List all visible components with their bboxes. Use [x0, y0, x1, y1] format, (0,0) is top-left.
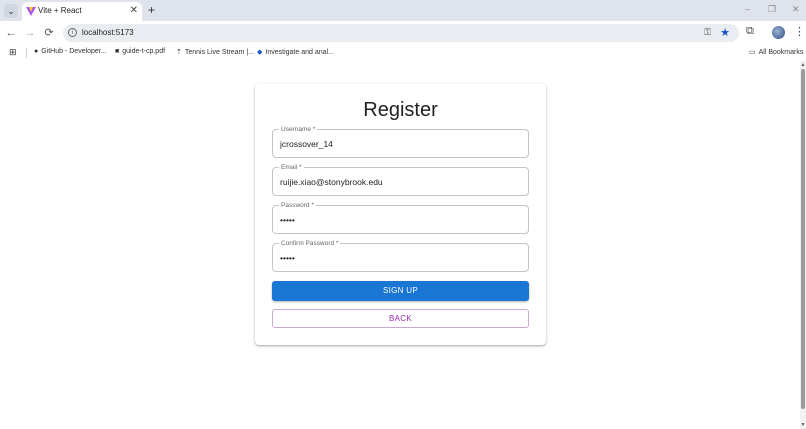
username-label: Username * — [279, 125, 318, 134]
menu-kebab-icon[interactable]: ⋮ — [794, 25, 805, 38]
folder-icon: ▭ — [749, 49, 756, 56]
email-field[interactable]: Email * ruijie.xiao@stonybrook.edu — [272, 163, 529, 196]
bookmarks-bar: ⊞ ● GitHub - Developer... ■ guide-t-cp.pdf… — [0, 45, 806, 61]
all-bookmarks[interactable]: ▭ All Bookmarks — [749, 48, 803, 56]
url-text[interactable]: localhost:5173 — [82, 28, 134, 37]
window-close-button[interactable]: ✕ — [792, 2, 800, 16]
vite-logo-icon — [26, 7, 36, 16]
apps-grid-icon[interactable]: ⊞ — [9, 47, 17, 58]
signup-button[interactable]: SIGN UP — [272, 281, 529, 301]
forward-arrow-icon[interactable]: → — [23, 25, 37, 41]
bookmark-github[interactable]: ● GitHub - Developer... — [34, 48, 107, 55]
gem-icon: ◆ — [257, 49, 263, 56]
profile-avatar[interactable] — [772, 26, 785, 39]
confirm-password-value[interactable]: ••••• — [280, 253, 295, 263]
tab-strip: ⌄ Vite + React ✕ + – ❐ ✕ — [0, 0, 806, 21]
minimize-button[interactable]: – — [745, 2, 750, 16]
password-key-icon[interactable]: ⚿ — [704, 27, 711, 38]
page-scrollbar[interactable]: ▲ ▼ — [800, 61, 806, 429]
pdf-icon: ■ — [115, 48, 120, 55]
confirm-password-label: Confirm Password * — [279, 239, 341, 248]
browser-toolbar: ← → ⟳ i localhost:5173 ⚿ ★ — [0, 21, 806, 45]
restore-button[interactable]: ❐ — [768, 2, 776, 16]
bookmark-star-icon[interactable]: ★ — [720, 26, 730, 39]
password-field[interactable]: Password * ••••• — [272, 201, 529, 234]
username-value[interactable]: jcrossover_14 — [280, 139, 333, 149]
extensions-puzzle-icon[interactable]: ⧉ — [746, 25, 754, 38]
scrollbar-thumb[interactable] — [801, 69, 805, 409]
confirm-password-field[interactable]: Confirm Password * ••••• — [272, 239, 529, 272]
register-card: Register Username * jcrossover_14 Email … — [255, 84, 546, 345]
new-tab-button[interactable]: + — [148, 3, 155, 17]
bookmarks-separator — [26, 48, 27, 58]
tab-close-icon[interactable]: ✕ — [130, 4, 138, 18]
site-info-icon[interactable]: i — [68, 28, 77, 37]
email-value[interactable]: ruijie.xiao@stonybrook.edu — [280, 177, 383, 187]
scroll-down-icon[interactable]: ▼ — [800, 422, 806, 428]
address-bar[interactable]: i localhost:5173 ⚿ ★ — [63, 24, 739, 42]
github-icon: ● — [34, 48, 39, 55]
upload-icon: ⇡ — [176, 49, 182, 56]
back-arrow-icon[interactable]: ← — [4, 25, 18, 41]
tab-search-chevron-icon[interactable]: ⌄ — [4, 4, 18, 18]
tab-title: Vite + React — [38, 6, 82, 15]
username-field[interactable]: Username * jcrossover_14 — [272, 125, 529, 158]
bookmark-guide-pdf[interactable]: ■ guide-t-cp.pdf — [115, 48, 165, 55]
reload-icon[interactable]: ⟳ — [42, 25, 56, 41]
email-label: Email * — [279, 163, 304, 172]
back-button[interactable]: BACK — [272, 309, 529, 328]
password-label: Password * — [279, 201, 316, 210]
password-value[interactable]: ••••• — [280, 215, 295, 225]
bookmark-tennis[interactable]: ⇡ Tennis Live Stream |... — [176, 48, 254, 56]
browser-tab[interactable]: Vite + React ✕ — [22, 2, 142, 21]
scroll-up-icon[interactable]: ▲ — [800, 62, 806, 68]
bookmark-investigate[interactable]: ◆ Investigate and anal... — [257, 48, 334, 56]
page-title: Register — [363, 99, 438, 121]
